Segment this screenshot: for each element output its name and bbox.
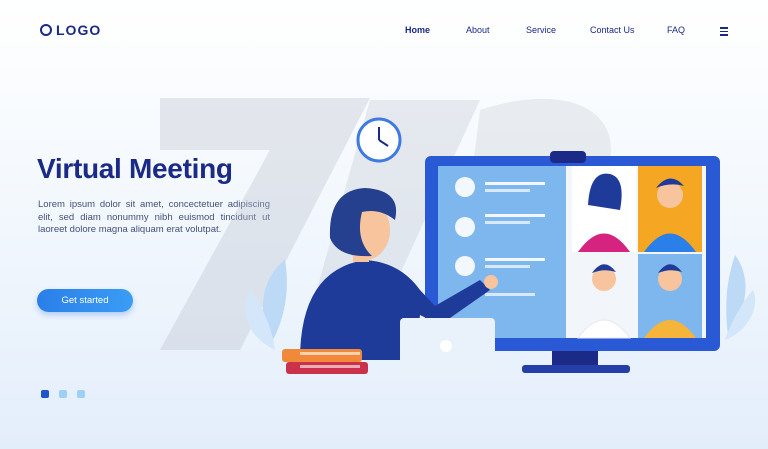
- get-started-button[interactable]: Get started: [37, 289, 133, 312]
- nav-about[interactable]: About: [466, 25, 490, 35]
- landing-page: LOGO Home About Service Contact Us FAQ V…: [0, 0, 768, 449]
- carousel-dot-2[interactable]: [59, 390, 67, 398]
- video-tile-2: [638, 166, 702, 252]
- laptop-logo: [440, 340, 452, 352]
- video-tile-1: [572, 166, 636, 252]
- nav-contact-us[interactable]: Contact Us: [590, 25, 635, 35]
- virtual-meeting-illustration: [160, 98, 756, 378]
- hamburger-icon[interactable]: [720, 27, 728, 38]
- carousel-dot-3[interactable]: [77, 390, 85, 398]
- nav-home[interactable]: Home: [405, 25, 430, 35]
- monitor-base: [522, 365, 630, 373]
- book-top: [282, 349, 362, 362]
- carousel-indicators: [41, 390, 85, 398]
- webcam: [550, 151, 586, 163]
- nav-faq[interactable]: FAQ: [667, 25, 685, 35]
- nav-service[interactable]: Service: [526, 25, 556, 35]
- carousel-dot-1[interactable]: [41, 390, 49, 398]
- video-tile-3: [572, 254, 636, 339]
- top-nav: Home About Service Contact Us FAQ: [0, 25, 768, 39]
- video-tile-4: [638, 254, 702, 338]
